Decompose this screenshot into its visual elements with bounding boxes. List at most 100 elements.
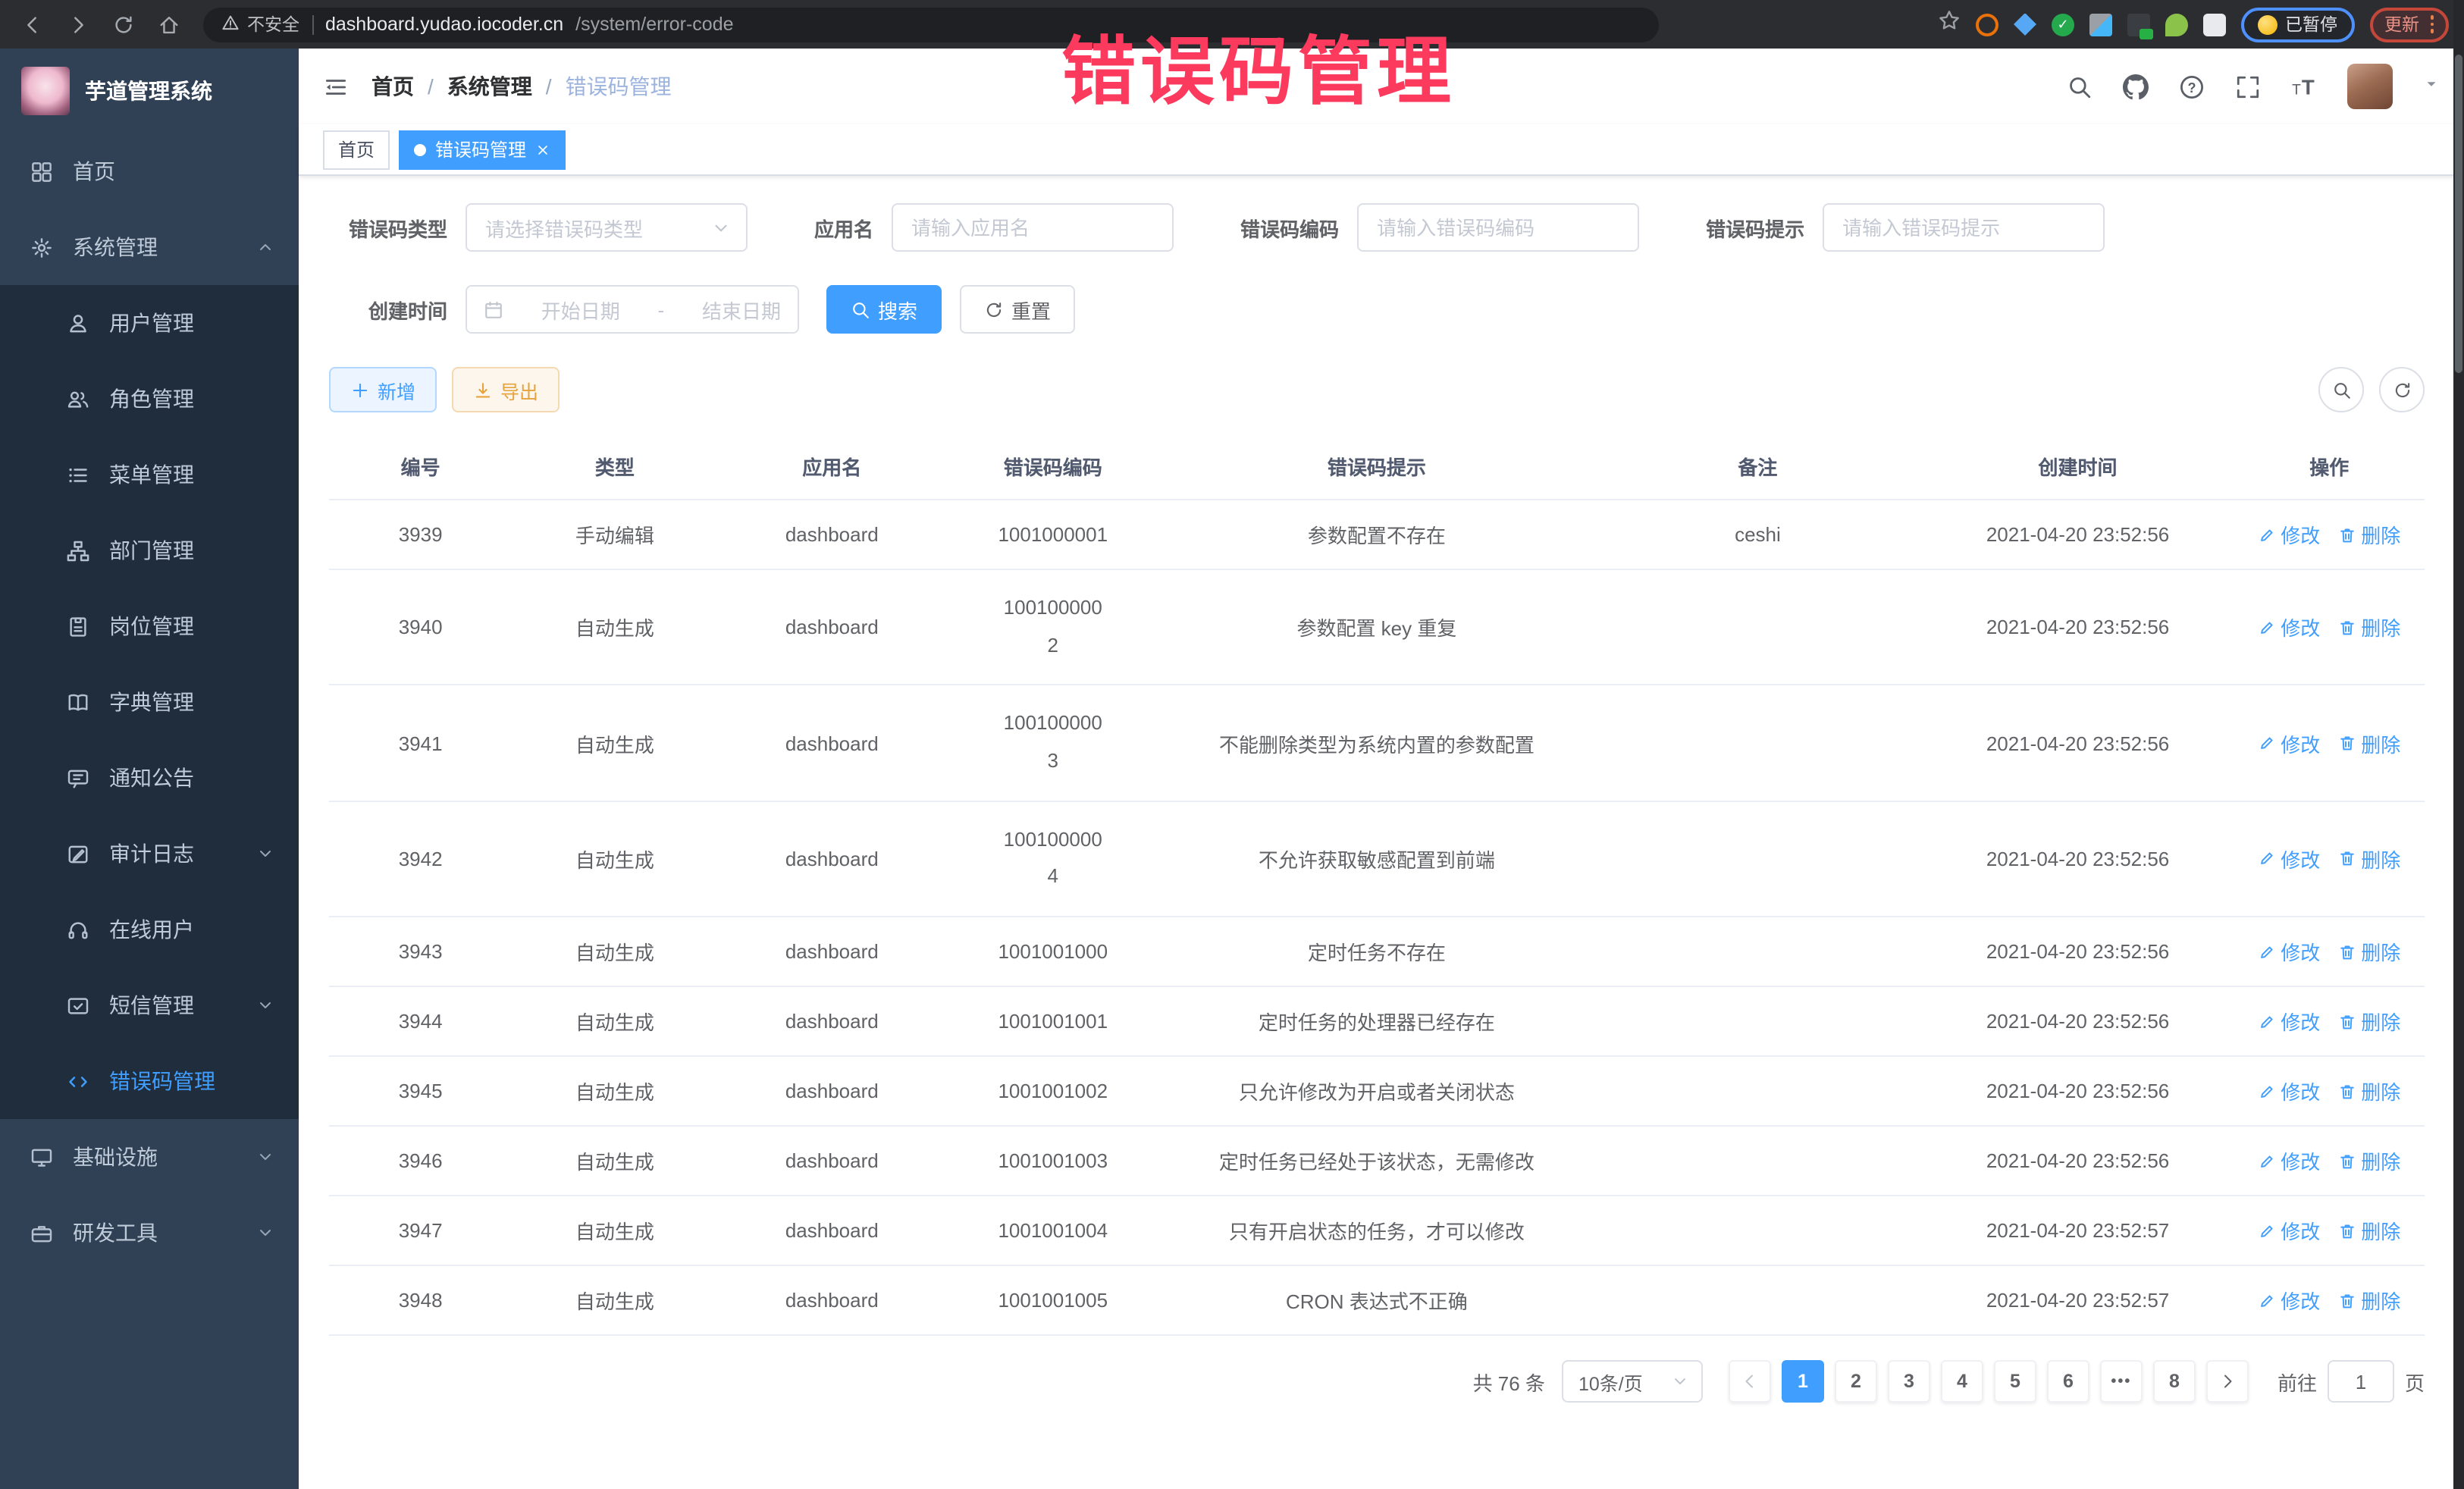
delete-link[interactable]: 删除 <box>2338 845 2400 873</box>
extension-icon[interactable]: ✓ <box>2052 13 2074 36</box>
error-msg-input[interactable] <box>1823 203 2105 252</box>
edit-link[interactable]: 修改 <box>2258 1077 2320 1105</box>
tab-home[interactable]: 首页 <box>323 130 390 169</box>
pager-ellipsis[interactable]: ••• <box>2100 1360 2143 1403</box>
edit-link[interactable]: 修改 <box>2258 729 2320 757</box>
browser-home-icon[interactable] <box>152 8 185 41</box>
close-icon[interactable] <box>535 142 550 157</box>
sidebar-item-home[interactable]: 首页 <box>0 133 299 209</box>
page-button-1[interactable]: 1 <box>1782 1360 1824 1403</box>
error-code-table: 编号 类型 应用名 错误码编码 错误码提示 备注 创建时间 操作 3939 手动… <box>329 434 2425 1336</box>
delete-link[interactable]: 删除 <box>2338 1216 2400 1245</box>
app-logo-row[interactable]: 芋道管理系统 <box>0 49 299 133</box>
navbar-actions: ? TT <box>2067 64 2440 109</box>
refresh-table-button[interactable] <box>2379 367 2425 412</box>
error-type-select[interactable]: 请选择错误码类型 <box>466 203 748 252</box>
user-icon <box>67 312 91 334</box>
reset-button[interactable]: 重置 <box>960 285 1075 334</box>
tab-error-code[interactable]: 错误码管理 <box>399 130 566 169</box>
error-code-input[interactable] <box>1357 203 1639 252</box>
scrollbar-thumb[interactable] <box>2455 55 2462 373</box>
edit-link[interactable]: 修改 <box>2258 520 2320 549</box>
cell-actions: 修改删除 <box>2234 685 2425 801</box>
app-name-input[interactable] <box>892 203 1174 252</box>
sidebar-item-notice-announcement[interactable]: 通知公告 <box>0 740 299 816</box>
edit-link[interactable]: 修改 <box>2258 1146 2320 1175</box>
browser-forward-icon[interactable] <box>61 8 94 41</box>
sidebar-item-infrastructure[interactable]: 基础设施 <box>0 1119 299 1195</box>
trash-icon <box>2338 942 2356 961</box>
breadcrumb-item[interactable]: 首页 <box>371 71 414 102</box>
sidebar-item-dept-management[interactable]: 部门管理 <box>0 513 299 588</box>
security-status[interactable]: 不安全 <box>221 12 299 36</box>
sidebar-item-system-management[interactable]: 系统管理 <box>0 209 299 285</box>
sidebar-toggle[interactable] <box>323 74 349 99</box>
sidebar-item-dev-tools[interactable]: 研发工具 <box>0 1195 299 1271</box>
bookmark-star-icon[interactable] <box>1938 9 1961 39</box>
page-button-8[interactable]: 8 <box>2153 1360 2196 1403</box>
chevron-down-icon[interactable] <box>2423 73 2440 100</box>
delete-link[interactable]: 删除 <box>2338 1077 2400 1105</box>
profile-paused-badge[interactable]: 已暂停 <box>2241 7 2354 42</box>
extension-icon[interactable] <box>2014 13 2036 36</box>
chevron-down-icon <box>256 845 274 863</box>
sidebar-item-sms-management[interactable]: 短信管理 <box>0 967 299 1043</box>
browser-menu-icon[interactable] <box>2430 16 2434 33</box>
edit-link[interactable]: 修改 <box>2258 1286 2320 1315</box>
extension-icon[interactable] <box>2089 13 2112 36</box>
sidebar-item-dict-management[interactable]: 字典管理 <box>0 664 299 740</box>
page-button-5[interactable]: 5 <box>1994 1360 2036 1403</box>
page-size-select[interactable]: 10条/页 <box>1562 1360 1703 1403</box>
delete-link[interactable]: 删除 <box>2338 1146 2400 1175</box>
export-button[interactable]: 导出 <box>452 367 560 412</box>
github-icon[interactable] <box>2123 74 2149 99</box>
fullscreen-icon[interactable] <box>2235 74 2261 99</box>
extension-icon[interactable] <box>2165 13 2188 36</box>
sidebar-item-role-management[interactable]: 角色管理 <box>0 361 299 437</box>
cell-message: 只允许修改为开启或者关闭状态 <box>1159 1056 1594 1126</box>
browser-reload-icon[interactable] <box>106 8 140 41</box>
edit-link[interactable]: 修改 <box>2258 1007 2320 1036</box>
next-page-button[interactable] <box>2206 1360 2249 1403</box>
browser-update-button[interactable]: 更新 <box>2369 7 2449 42</box>
scrollbar[interactable] <box>2453 0 2464 1489</box>
edit-link[interactable]: 修改 <box>2258 845 2320 873</box>
page-button-3[interactable]: 3 <box>1888 1360 1930 1403</box>
goto-page-input[interactable] <box>2328 1360 2394 1403</box>
delete-link[interactable]: 删除 <box>2338 613 2400 641</box>
delete-link[interactable]: 删除 <box>2338 1007 2400 1036</box>
breadcrumb-item[interactable]: 系统管理 <box>447 71 532 102</box>
edit-link[interactable]: 修改 <box>2258 937 2320 966</box>
delete-link[interactable]: 删除 <box>2338 937 2400 966</box>
help-icon[interactable]: ? <box>2179 74 2205 99</box>
add-button[interactable]: 新增 <box>329 367 437 412</box>
sidebar-item-audit-log[interactable]: 审计日志 <box>0 816 299 892</box>
extension-icon[interactable] <box>2203 13 2226 36</box>
edit-link[interactable]: 修改 <box>2258 1216 2320 1245</box>
date-range-picker[interactable]: 开始日期 - 结束日期 <box>466 285 799 334</box>
sidebar-item-post-management[interactable]: 岗位管理 <box>0 588 299 664</box>
browser-back-icon[interactable] <box>15 8 49 41</box>
delete-link[interactable]: 删除 <box>2338 1286 2400 1315</box>
font-size-icon[interactable]: TT <box>2291 74 2317 99</box>
cell-actions: 修改删除 <box>2234 500 2425 569</box>
sidebar-item-user-management[interactable]: 用户管理 <box>0 285 299 361</box>
page-button-2[interactable]: 2 <box>1835 1360 1877 1403</box>
delete-link[interactable]: 删除 <box>2338 729 2400 757</box>
extension-icon[interactable] <box>2127 13 2150 36</box>
extension-icon[interactable] <box>1976 13 1998 36</box>
delete-link[interactable]: 删除 <box>2338 520 2400 549</box>
edit-link[interactable]: 修改 <box>2258 613 2320 641</box>
sidebar-item-online-users[interactable]: 在线用户 <box>0 892 299 967</box>
cell-id: 3946 <box>329 1126 512 1196</box>
table-row: 3939 手动编辑 dashboard 1001000001 参数配置不存在 c… <box>329 500 2425 569</box>
show-search-button[interactable] <box>2318 367 2364 412</box>
search-button[interactable]: 搜索 <box>826 285 942 334</box>
sidebar-item-error-code-management[interactable]: 错误码管理 <box>0 1043 299 1119</box>
search-icon[interactable] <box>2067 74 2093 99</box>
prev-page-button[interactable] <box>1729 1360 1771 1403</box>
page-button-6[interactable]: 6 <box>2047 1360 2089 1403</box>
avatar[interactable] <box>2347 64 2393 109</box>
sidebar-item-menu-management[interactable]: 菜单管理 <box>0 437 299 513</box>
page-button-4[interactable]: 4 <box>1941 1360 1983 1403</box>
